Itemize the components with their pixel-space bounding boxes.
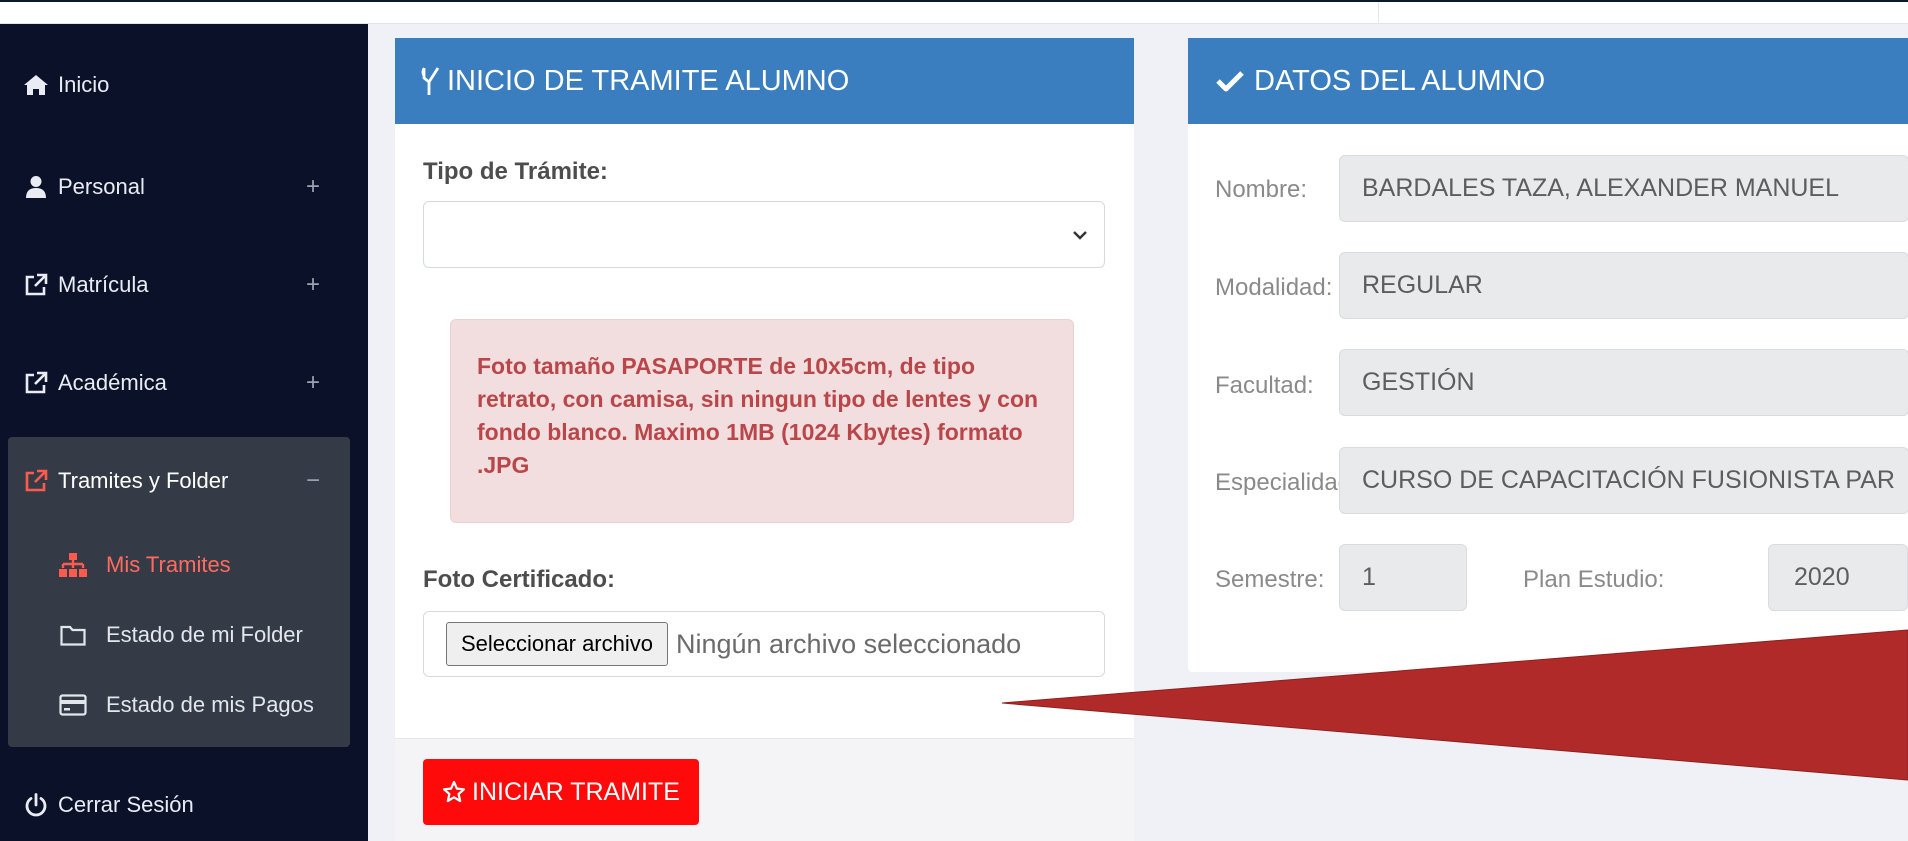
annotation-arrow xyxy=(1001,629,1908,781)
